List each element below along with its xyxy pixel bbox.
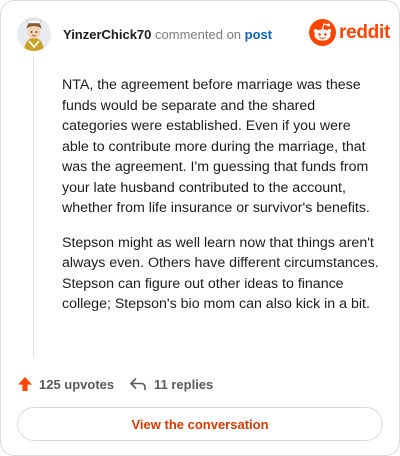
upvote-arrow-icon	[18, 377, 32, 391]
comment-paragraph-2: Stepson might as well learn now that thi…	[62, 234, 379, 313]
reddit-wordmark: reddit	[339, 22, 390, 43]
username-link[interactable]: YinzerChick70	[63, 27, 151, 42]
comment-paragraph-1: NTA, the agreement before marriage was t…	[62, 77, 370, 216]
replies-button[interactable]: 11 replies	[129, 373, 213, 395]
comment-header: YinzerChick70 commented on post reddit	[15, 15, 390, 55]
upvote-button[interactable]: 125 upvotes	[17, 373, 114, 395]
avatar-illustration-icon	[17, 17, 51, 51]
reply-count: 11 replies	[154, 376, 214, 392]
view-conversation-button[interactable]: View the conversation	[17, 407, 383, 441]
comment-footer: 125 upvotes 11 replies	[17, 373, 383, 395]
post-link[interactable]: post	[245, 27, 272, 42]
reddit-comment-card: YinzerChick70 commented on post reddit N…	[0, 0, 400, 456]
comment-body: NTA, the agreement before marriage was t…	[62, 75, 380, 329]
reddit-snoo-icon	[309, 19, 336, 46]
reply-arrow-icon	[130, 378, 146, 391]
comment-byline: YinzerChick70 commented on post	[63, 27, 272, 43]
action-text: commented on	[155, 27, 242, 42]
upvote-count: 125 upvotes	[39, 376, 115, 392]
reddit-logo[interactable]: reddit	[309, 19, 390, 47]
thread-line	[33, 57, 34, 357]
user-avatar[interactable]	[17, 17, 51, 51]
